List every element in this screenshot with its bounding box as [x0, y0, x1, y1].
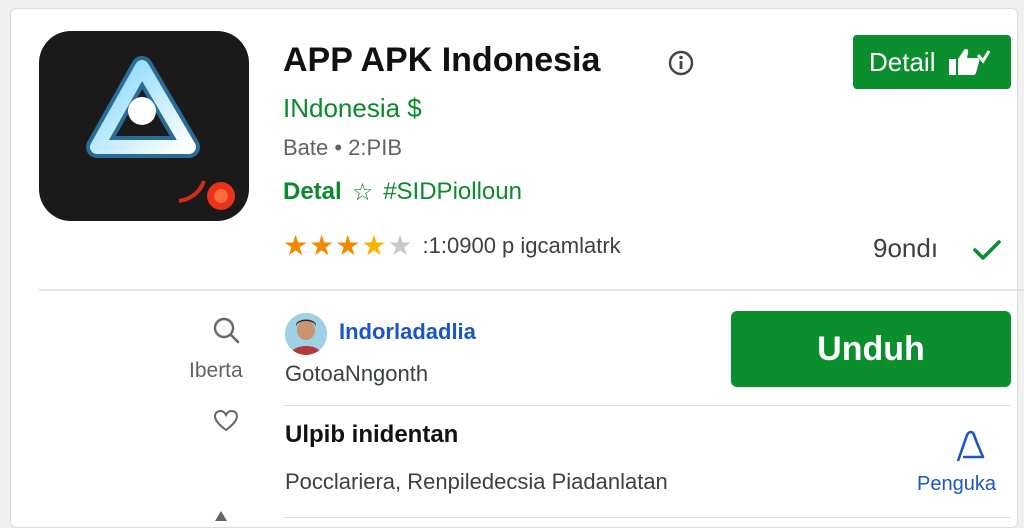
- divider: [283, 405, 1011, 406]
- star-icon: ★: [335, 230, 361, 261]
- check-icon: [973, 240, 1001, 260]
- developer-name[interactable]: INdonesia $: [283, 93, 422, 124]
- hashtag-link[interactable]: #SIDPiolloun: [383, 178, 522, 206]
- detail-button-label: Detail: [869, 46, 936, 77]
- heart-icon[interactable]: [213, 409, 239, 433]
- detail-button[interactable]: Detail: [853, 35, 1011, 89]
- app-logo: [39, 31, 249, 221]
- app-title: APP APK Indonesia: [283, 41, 601, 79]
- app-meta: Bate • 2:PIB: [283, 135, 402, 160]
- info-icon[interactable]: [667, 49, 695, 77]
- star-icon: ★: [309, 230, 335, 261]
- rating-row: ★ ★ ★ ★ ★ :1:0900 p igcamlatrk: [283, 231, 621, 261]
- search-icon[interactable]: [211, 315, 243, 347]
- rating-stars: ★ ★ ★ ★ ★: [283, 232, 413, 260]
- star-outline-icon[interactable]: ☆: [352, 178, 374, 207]
- star-icon: ★: [283, 230, 309, 261]
- report-flag-icon[interactable]: [953, 429, 987, 463]
- thumbs-up-icon: [949, 49, 991, 75]
- rating-count: :1:0900 p igcamlatrk: [422, 233, 621, 258]
- size-label: 9ondı: [873, 233, 939, 263]
- report-link[interactable]: Penguka: [917, 473, 996, 496]
- tag-row: Detal ☆ #SIDPiolloun: [283, 177, 522, 207]
- divider: [39, 289, 1024, 291]
- detail-tag: Detal: [283, 178, 342, 205]
- section-body: Pocclariera, Renpiledecsia Piadanlatan: [285, 469, 668, 494]
- app-detail-card: APP APK Indonesia INdonesia $ Bate • 2:P…: [10, 8, 1024, 528]
- arrow-icon[interactable]: [213, 509, 229, 521]
- reviewer-subtitle: GotoaNngonth: [285, 361, 429, 386]
- download-button[interactable]: Unduh: [731, 311, 1011, 387]
- avatar[interactable]: [285, 313, 327, 355]
- divider: [283, 517, 1011, 518]
- reviewer-name[interactable]: Indorladadlia: [339, 319, 476, 345]
- section-title: Ulpib inidentan: [285, 421, 459, 448]
- sidebar-label[interactable]: Iberta: [189, 359, 243, 383]
- star-half-icon: ★: [361, 230, 387, 261]
- star-empty-icon: ★: [387, 230, 413, 261]
